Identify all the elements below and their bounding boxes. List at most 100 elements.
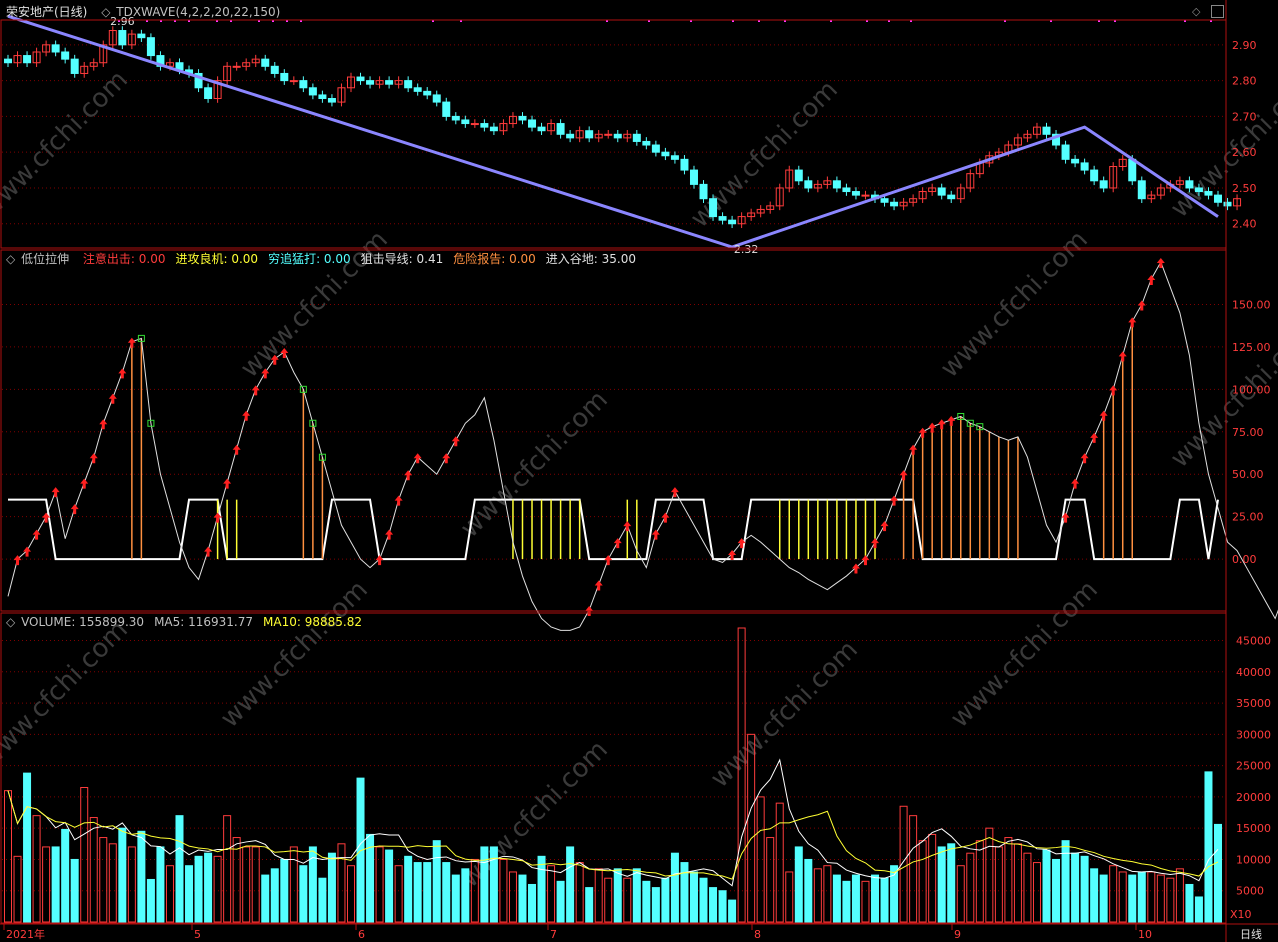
volume-bar: [299, 865, 308, 923]
volume-bar: [118, 827, 127, 923]
price-ytick-1: 2.80: [1232, 75, 1257, 88]
volume-bar: [928, 833, 937, 923]
volume-ytick-7: 10000: [1236, 853, 1271, 866]
buy-arrow: [651, 529, 660, 540]
buy-arrow: [51, 487, 60, 498]
candle-body: [585, 130, 594, 139]
indicator-value-2: MA10: 98885.82: [263, 615, 362, 629]
volume-bar: [1118, 871, 1127, 923]
candle-body: [947, 194, 956, 200]
volume-bar: [1071, 852, 1080, 923]
candle-body: [423, 90, 432, 96]
volume-bar: [813, 868, 822, 923]
candle-body: [289, 80, 298, 83]
candle-body: [794, 169, 803, 182]
watermark-layer: www.cfchi.com www.cfchi.com www.cfchi.com w…: [0, 65, 1278, 894]
candle-body: [1042, 126, 1051, 135]
volume-bar: [1185, 883, 1194, 923]
stock-name[interactable]: 荣安地产(日线): [6, 5, 87, 19]
indicator-panel: [7, 258, 1278, 631]
candle-body: [1185, 180, 1194, 189]
candle-body: [709, 198, 718, 218]
panel-frame-0: [0, 19, 1227, 249]
diamond-icon[interactable]: ◇: [1192, 5, 1204, 18]
indicator-value-4: 危险报告: 0.00: [453, 252, 536, 266]
buy-arrow: [1099, 410, 1108, 421]
volume-bar: [461, 868, 470, 923]
buy-arrow: [1118, 351, 1127, 362]
volume-bar: [480, 846, 489, 923]
volume-bar: [1147, 871, 1156, 923]
wave-indicator-label[interactable]: TDXWAVE(4,2,2,20,22,150): [116, 5, 280, 19]
indicator-ytick-4: 50.00: [1232, 468, 1264, 481]
x-label-4: 8: [754, 928, 761, 941]
watermark-7: www.cfchi.com: [215, 575, 374, 734]
indicator-name[interactable]: 低位拉伸: [21, 252, 69, 266]
candle-body: [661, 151, 670, 157]
volume-bar: [623, 877, 632, 923]
volume-bar: [223, 815, 232, 923]
volume-bar: [547, 865, 556, 923]
indicator-toggle-icon[interactable]: ◇: [101, 5, 110, 19]
candle-body: [280, 72, 289, 82]
candle-body: [718, 216, 727, 221]
volume-bar: [404, 855, 413, 923]
volume-bar: [213, 855, 222, 923]
volume-bar: [375, 846, 384, 923]
candle-body: [1090, 169, 1099, 182]
candle-body: [1061, 144, 1070, 160]
volume-bar: [185, 865, 194, 923]
volume-bar: [89, 817, 98, 923]
buy-arrow: [385, 529, 394, 540]
candle-body: [518, 115, 527, 121]
volume-bar: [413, 862, 422, 923]
volume-bar: [766, 837, 775, 923]
indicator-collapse-icon[interactable]: ◇: [6, 252, 15, 266]
buy-arrow: [127, 337, 136, 348]
candle-body: [442, 101, 451, 117]
candle-body: [566, 133, 575, 139]
axis-labels: 2.902.802.702.602.502.40150.00125.00100.…: [3, 39, 1271, 941]
volume-bar: [4, 790, 12, 923]
indicator-ytick-0: 150.00: [1232, 298, 1271, 311]
price-ytick-0: 2.90: [1232, 39, 1257, 52]
buy-arrow: [899, 470, 908, 481]
sniper-guide-line: [7, 260, 1278, 631]
price-header: 荣安地产(日线) ◇ TDXWAVE(4,2,2,20,22,150): [6, 3, 290, 21]
volume-bar: [1128, 874, 1137, 923]
buy-arrow: [80, 478, 89, 489]
candle-body: [880, 198, 889, 203]
maximize-icon[interactable]: [1211, 5, 1224, 18]
volume-bar: [689, 871, 698, 923]
volume-bar: [127, 846, 136, 923]
buy-arrow: [928, 422, 937, 433]
watermark-9: www.cfchi.com: [705, 635, 864, 794]
candle-body: [451, 115, 460, 121]
candle-body: [851, 191, 860, 196]
volume-header: ◇ VOLUME: 155899.30 MA5: 116931.77 MA10: 9…: [6, 613, 382, 631]
volume-bar: [794, 846, 803, 923]
volume-bar: [99, 837, 108, 923]
candle-body: [861, 194, 870, 197]
volume-bar: [289, 846, 298, 923]
volume-collapse-icon[interactable]: ◇: [6, 615, 15, 629]
volume-bar: [880, 877, 889, 923]
volume-bar: [823, 865, 832, 923]
volume-bar: [1156, 874, 1165, 923]
candle-body: [728, 219, 737, 225]
watermark-0: www.cfchi.com: [0, 65, 134, 224]
volume-bar: [146, 878, 155, 923]
volume-bar: [80, 787, 89, 923]
volume-bar: [651, 887, 660, 923]
volume-bar: [632, 868, 641, 923]
volume-bar: [966, 852, 975, 923]
buy-arrow: [947, 415, 956, 426]
indicator-ytick-1: 125.00: [1232, 341, 1271, 354]
buy-arrow: [204, 546, 213, 557]
candle-body: [1137, 180, 1146, 200]
candle-body: [1214, 194, 1222, 203]
candle-body: [699, 183, 708, 200]
volume-bar: [775, 802, 784, 923]
volume-bar: [566, 846, 575, 923]
volume-bar: [804, 858, 813, 923]
